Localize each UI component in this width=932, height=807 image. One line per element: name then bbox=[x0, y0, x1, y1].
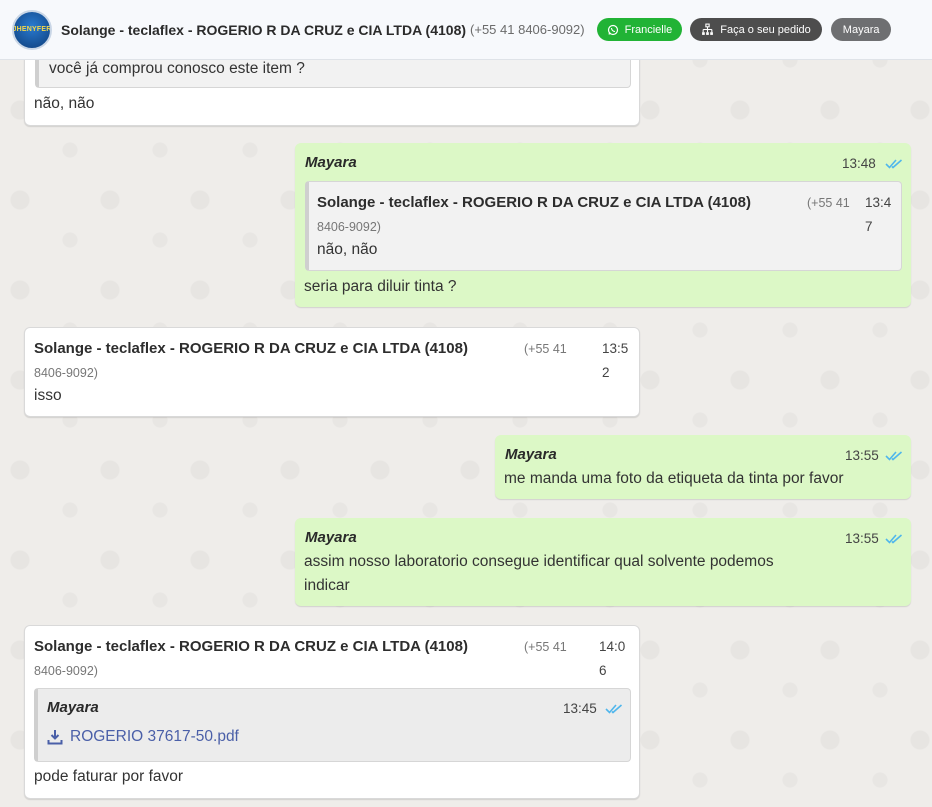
sender-phone-part1: (+55 41 bbox=[524, 342, 567, 356]
message-time-part2: 6 bbox=[599, 663, 607, 678]
double-check-icon bbox=[885, 159, 903, 169]
quoted-time-part2: 7 bbox=[865, 219, 873, 234]
contact-name: Solange - teclaflex - ROGERIO R DA CRUZ … bbox=[61, 21, 467, 38]
agent-name: Mayara bbox=[305, 529, 357, 546]
current-user-button[interactable]: Mayara bbox=[830, 18, 892, 41]
message-incoming: Solange - teclaflex - ROGERIO R DA CRUZ … bbox=[24, 625, 640, 799]
whatsapp-icon bbox=[607, 24, 618, 35]
message-text: não, não bbox=[34, 95, 95, 112]
sender-phone-part2: 8406-9092) bbox=[34, 664, 98, 678]
quoted-time: 13:45 bbox=[563, 701, 597, 716]
message-incoming: Solange - teclaflex - ROGERIO R DA CRUZ … bbox=[24, 327, 640, 417]
message-time: 13:55 bbox=[845, 531, 879, 546]
message-outgoing: Mayara 13:48 Solange - teclaflex - ROGER… bbox=[295, 143, 911, 307]
quoted-message[interactable]: Solange - teclaflex - ROGERIO R DA CRUZ … bbox=[305, 181, 902, 271]
message-text: seria para diluir tinta ? bbox=[304, 278, 457, 295]
chat-header: JHENYFER Solange - teclaflex - ROGERIO R… bbox=[0, 0, 932, 60]
message-text: me manda uma foto da etiqueta da tinta p… bbox=[504, 470, 844, 487]
double-check-icon bbox=[605, 704, 623, 714]
place-order-label: Faça o seu pedido bbox=[720, 23, 811, 36]
agent-name: Mayara bbox=[505, 446, 557, 463]
agent-name: Mayara bbox=[305, 154, 357, 171]
message-time-part1: 14:0 bbox=[599, 639, 626, 654]
attachment-link[interactable]: ROGERIO 37617-50.pdf bbox=[47, 728, 239, 746]
sender-phone-part2: 8406-9092) bbox=[34, 366, 98, 380]
quoted-text: você já comprou conosco este item ? bbox=[49, 60, 305, 77]
quoted-phone-part1: (+55 41 bbox=[807, 196, 850, 210]
double-check-icon bbox=[885, 451, 903, 461]
message-time: 13:55 bbox=[845, 448, 879, 463]
sitemap-icon bbox=[702, 23, 714, 35]
message-outgoing: Mayara 13:55 assim nosso laboratorio con… bbox=[295, 518, 911, 606]
message-text-line1: assim nosso laboratorio consegue identif… bbox=[304, 553, 774, 570]
message-time-part1: 13:5 bbox=[602, 341, 629, 356]
contact-phone: (+55 41 8406-9092) bbox=[470, 22, 585, 37]
avatar-text: JHENYFER bbox=[12, 25, 52, 33]
current-user-label: Mayara bbox=[842, 23, 880, 36]
sender-phone-part1: (+55 41 bbox=[524, 640, 567, 654]
message-text-line2: indicar bbox=[304, 577, 350, 594]
place-order-button[interactable]: Faça o seu pedido bbox=[690, 18, 822, 41]
message-time-part2: 2 bbox=[602, 365, 610, 380]
contact-avatar[interactable]: JHENYFER bbox=[12, 9, 52, 50]
message-text: pode faturar por favor bbox=[34, 768, 184, 785]
message-text: isso bbox=[34, 387, 62, 404]
whatsapp-agent-button[interactable]: Francielle bbox=[596, 18, 683, 41]
message-outgoing: Mayara 13:55 me manda uma foto da etique… bbox=[495, 435, 911, 499]
whatsapp-agent-label: Francielle bbox=[624, 23, 673, 36]
download-icon bbox=[47, 730, 63, 745]
quoted-time-part1: 13:4 bbox=[865, 195, 892, 210]
quoted-phone-part2: 8406-9092) bbox=[317, 220, 381, 234]
quoted-text: não, não bbox=[317, 241, 378, 258]
quoted-message[interactable]: Mayara 13:45 ROGERIO 37617-50.pdf bbox=[34, 688, 631, 762]
quoted-sender: Solange - teclaflex - ROGERIO R DA CRUZ … bbox=[317, 194, 751, 211]
attachment-filename: ROGERIO 37617-50.pdf bbox=[70, 728, 239, 745]
message-time: 13:48 bbox=[842, 156, 876, 171]
message-sender: Solange - teclaflex - ROGERIO R DA CRUZ … bbox=[34, 340, 468, 357]
double-check-icon bbox=[885, 534, 903, 544]
quoted-agent: Mayara bbox=[47, 699, 99, 716]
message-sender: Solange - teclaflex - ROGERIO R DA CRUZ … bbox=[34, 638, 468, 655]
